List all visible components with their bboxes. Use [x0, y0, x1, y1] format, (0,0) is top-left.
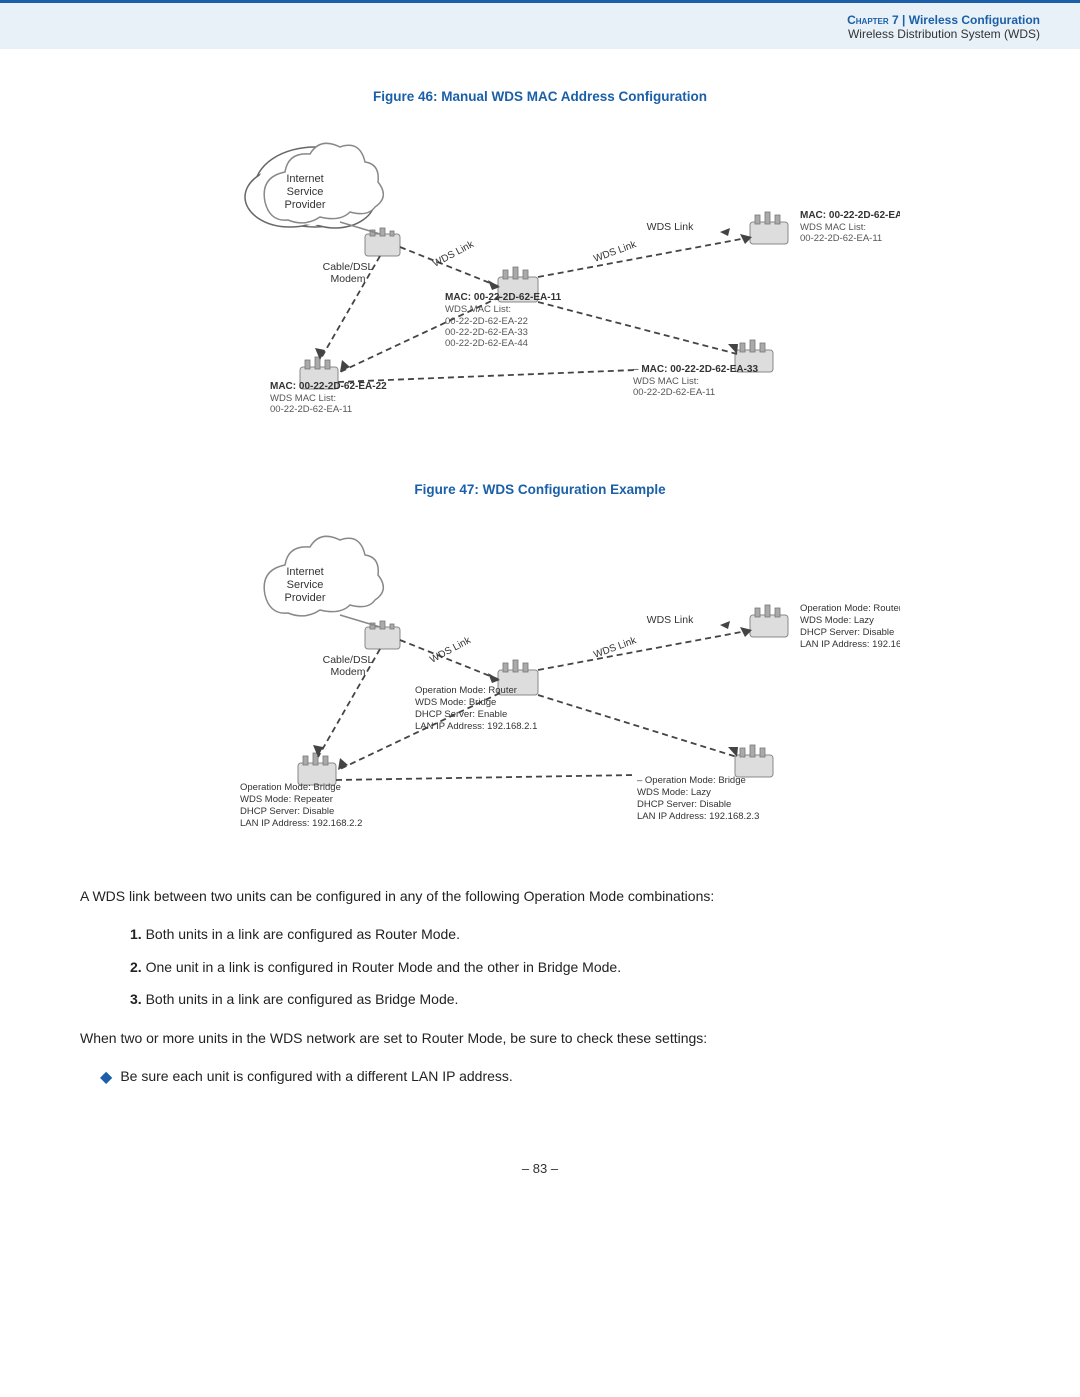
- svg-text:MAC: 00-22-2D-62-EA-11: MAC: 00-22-2D-62-EA-11: [445, 292, 562, 303]
- svg-text:WDS Mode: Bridge: WDS Mode: Bridge: [415, 697, 496, 708]
- chapter-label: Chapter: [847, 13, 889, 27]
- svg-text:LAN IP Address: 192.168.2.1: LAN IP Address: 192.168.2.1: [415, 721, 537, 732]
- svg-text:WDS Mode: Lazy: WDS Mode: Lazy: [637, 787, 711, 798]
- svg-text:WDS Link: WDS Link: [592, 635, 638, 661]
- svg-text:Service: Service: [287, 579, 324, 591]
- svg-text:LAN IP Address: 192.168.2.2: LAN IP Address: 192.168.2.2: [240, 818, 362, 829]
- svg-text:00-22-2D-62-EA-44: 00-22-2D-62-EA-44: [445, 338, 528, 349]
- figure46-title: Figure 46: Manual WDS MAC Address Config…: [80, 89, 1000, 104]
- list-num-2: 2.: [130, 959, 142, 975]
- svg-text:00-22-2D-62-EA-33: 00-22-2D-62-EA-33: [445, 327, 528, 338]
- list-item-3: 3. Both units in a link are configured a…: [130, 988, 1000, 1010]
- svg-text:00-22-2D-62-EA-22: 00-22-2D-62-EA-22: [445, 316, 528, 327]
- svg-text:LAN IP Address: 192.168.2.4: LAN IP Address: 192.168.2.4: [800, 639, 900, 650]
- svg-text:WDS Mode: Lazy: WDS Mode: Lazy: [800, 615, 874, 626]
- svg-text:00-22-2D-62-EA-11: 00-22-2D-62-EA-11: [800, 233, 882, 244]
- list-text-3: Both units in a link are configured as B…: [146, 991, 459, 1007]
- svg-text:Modem: Modem: [330, 666, 365, 678]
- figure47-diagram: Internet Service Provider Cable/DSL Mode…: [80, 515, 1000, 855]
- page-footer: – 83 –: [0, 1141, 1080, 1186]
- svg-text:Cable/DSL: Cable/DSL: [323, 261, 374, 273]
- svg-text:Internet: Internet: [286, 566, 323, 578]
- svg-text:Provider: Provider: [285, 592, 326, 604]
- svg-text:MAC: 00-22-2D-62-EA-44: MAC: 00-22-2D-62-EA-44: [800, 210, 900, 221]
- svg-text:WDS Link: WDS Link: [431, 239, 476, 270]
- svg-text:WDS MAC List:: WDS MAC List:: [800, 222, 866, 233]
- chapter-num: 7: [892, 13, 899, 27]
- svg-text:DHCP Server: Disable: DHCP Server: Disable: [800, 627, 894, 638]
- bullet-text-1: Be sure each unit is configured with a d…: [120, 1065, 513, 1091]
- figure47-svg: Internet Service Provider Cable/DSL Mode…: [180, 515, 900, 855]
- list-text-2: One unit in a link is configured in Rout…: [146, 959, 622, 975]
- svg-text:DHCP Server: Disable: DHCP Server: Disable: [240, 806, 334, 817]
- svg-text:– Operation Mode: Bridge: – Operation Mode: Bridge: [637, 775, 746, 786]
- svg-text:WDS MAC List:: WDS MAC List:: [445, 304, 511, 315]
- svg-text:WDS Link: WDS Link: [647, 614, 694, 626]
- figure47-title: Figure 47: WDS Configuration Example: [80, 482, 1000, 497]
- diamond-icon: ◆: [100, 1065, 112, 1091]
- svg-text:WDS Mode: Repeater: WDS Mode: Repeater: [240, 794, 333, 805]
- figure46-svg: Internet Service Provider Cable/DSL Mode…: [180, 122, 900, 452]
- page-header: Chapter 7 | Wireless Configuration Wirel…: [0, 0, 1080, 49]
- main-content: Figure 46: Manual WDS MAC Address Config…: [0, 49, 1080, 1141]
- chapter-title: Wireless Configuration: [909, 13, 1040, 27]
- list-text-1: Both units in a link are configured as R…: [146, 926, 460, 942]
- svg-text:WDS MAC List:: WDS MAC List:: [270, 393, 336, 404]
- svg-text:MAC: 00-22-2D-62-EA-22: MAC: 00-22-2D-62-EA-22: [270, 381, 387, 392]
- svg-text:Provider: Provider: [285, 199, 326, 211]
- svg-text:Modem: Modem: [330, 273, 365, 285]
- svg-text:Operation Mode: Bridge: Operation Mode: Bridge: [240, 782, 341, 793]
- svg-text:WDS MAC List:: WDS MAC List:: [633, 376, 699, 387]
- svg-text:WDS Link: WDS Link: [647, 221, 694, 233]
- svg-text:Service: Service: [287, 186, 324, 198]
- svg-text:Internet: Internet: [286, 173, 323, 185]
- svg-text:DHCP Server: Disable: DHCP Server: Disable: [637, 799, 731, 810]
- list-num-1: 1.: [130, 926, 142, 942]
- svg-text:Operation Mode: Router: Operation Mode: Router: [415, 685, 517, 696]
- header-subtitle: Wireless Distribution System (WDS): [40, 27, 1040, 41]
- svg-text:WDS Link: WDS Link: [592, 239, 638, 265]
- header-separator: |: [902, 13, 905, 27]
- list-item-2: 2. One unit in a link is configured in R…: [130, 956, 1000, 978]
- router-mode-note: When two or more units in the WDS networ…: [80, 1027, 1000, 1049]
- ordered-list: 1. Both units in a link are configured a…: [110, 923, 1000, 1010]
- svg-text:– MAC: 00-22-2D-62-EA-33: – MAC: 00-22-2D-62-EA-33: [633, 364, 758, 375]
- svg-text:00-22-2D-62-EA-11: 00-22-2D-62-EA-11: [633, 387, 715, 398]
- svg-text:Cable/DSL: Cable/DSL: [323, 654, 374, 666]
- figure46-diagram: Internet Service Provider Cable/DSL Mode…: [80, 122, 1000, 452]
- svg-text:LAN IP Address: 192.168.2.3: LAN IP Address: 192.168.2.3: [637, 811, 759, 822]
- intro-text: A WDS link between two units can be conf…: [80, 885, 1000, 907]
- list-num-3: 3.: [130, 991, 142, 1007]
- svg-text:00-22-2D-62-EA-11: 00-22-2D-62-EA-11: [270, 404, 352, 415]
- bullet-item-1: ◆ Be sure each unit is configured with a…: [100, 1065, 1000, 1091]
- svg-text:Operation Mode: Router: Operation Mode: Router: [800, 603, 900, 614]
- list-item-1: 1. Both units in a link are configured a…: [130, 923, 1000, 945]
